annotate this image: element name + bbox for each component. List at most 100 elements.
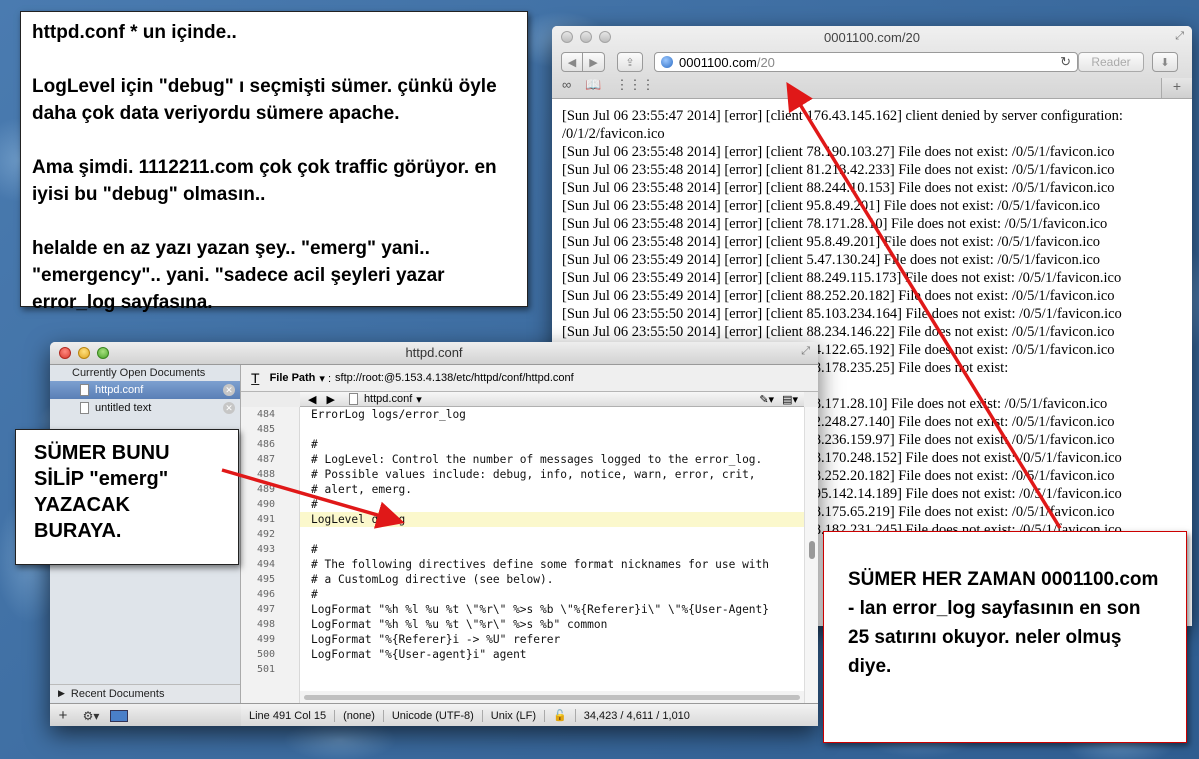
code-line[interactable]: # alert, emerg.	[300, 482, 804, 497]
scroll-thumb[interactable]	[304, 695, 800, 700]
editor-titlebar: httpd.conf ⤢	[50, 342, 818, 365]
log-line: [Sun Jul 06 23:55:48 2014] [error] [clie…	[562, 144, 1115, 160]
code-editor[interactable]: ErrorLog logs/error_log # # LogLevel: Cont…	[300, 407, 804, 703]
line-number: 491	[256, 514, 275, 525]
pen-icon[interactable]: ✎▾	[759, 393, 774, 406]
code-line[interactable]	[300, 422, 804, 437]
close-doc-icon[interactable]: ✕	[223, 402, 235, 414]
line-number: 488	[256, 469, 275, 480]
code-line[interactable]: # Possible values include: debug, info, …	[300, 467, 804, 482]
document-icon	[80, 384, 89, 396]
disclosure-triangle-icon[interactable]: ▶	[58, 688, 65, 699]
log-line: [Sun Jul 06 23:55:48 2014] [error] [clie…	[562, 216, 1108, 232]
sidebar-item-httpd-conf[interactable]: httpd.conf ✕	[50, 381, 240, 399]
prev-doc-icon[interactable]: ◀	[308, 393, 316, 406]
text-encoding[interactable]: Unicode (UTF-8)	[384, 709, 483, 722]
line-number: 497	[256, 604, 275, 615]
code-line[interactable]: # LogLevel: Control the number of messag…	[300, 452, 804, 467]
text-tool-icon[interactable]: T̲	[251, 370, 260, 386]
log-line: [Sun Jul 06 23:55:48 2014] [error] [clie…	[562, 180, 1115, 196]
line-number: 485	[256, 424, 275, 435]
url-host: 0001100.com	[679, 54, 757, 70]
line-number: 495	[256, 574, 275, 585]
log-line: [Sun Jul 06 23:55:50 2014] [error] [clie…	[562, 306, 1122, 322]
reader-button[interactable]: Reader	[1078, 52, 1144, 72]
url-path: /20	[756, 54, 775, 70]
file-path-dropdown-icon[interactable]: ▾ :	[319, 372, 331, 385]
close-doc-icon[interactable]: ✕	[223, 384, 235, 396]
log-line: [Sun Jul 06 23:55:48 2014] [error] [clie…	[562, 162, 1115, 178]
recent-documents[interactable]: ▶ Recent Documents	[50, 684, 240, 702]
code-line[interactable]: ErrorLog logs/error_log	[300, 407, 804, 422]
vertical-scrollbar[interactable]	[804, 407, 818, 703]
note-left: SÜMER BUNU SİLİP "emerg" YAZACAK BURAYA.	[15, 429, 239, 565]
gear-icon[interactable]: ⚙▾	[76, 709, 106, 723]
sidebar-item-untitled[interactable]: untitled text ✕	[50, 399, 240, 417]
line-number: 496	[256, 589, 275, 600]
scroll-thumb[interactable]	[809, 541, 815, 559]
recent-documents-label: Recent Documents	[70, 687, 165, 700]
log-line: [Sun Jul 06 23:55:49 2014] [error] [clie…	[562, 288, 1115, 304]
line-number: 490	[256, 499, 275, 510]
code-line[interactable]: #	[300, 437, 804, 452]
log-line: [Sun Jul 06 23:55:50 2014] [error] [clie…	[562, 324, 1115, 340]
syntax-mode[interactable]: (none)	[335, 709, 384, 722]
nav-file-name[interactable]: httpd.conf	[364, 393, 412, 405]
back-button[interactable]: ◀	[561, 52, 583, 72]
code-line[interactable]: # The following directives define some f…	[300, 557, 804, 572]
line-endings[interactable]: Unix (LF)	[483, 709, 545, 722]
code-line[interactable]: #	[300, 542, 804, 557]
share-button[interactable]: ⇪	[617, 52, 643, 72]
nav-buttons: ◀ ▶ ⇪	[561, 52, 643, 72]
code-line[interactable]: #	[300, 587, 804, 602]
line-number: 501	[256, 664, 275, 675]
add-icon[interactable]: +	[50, 707, 76, 724]
downloads-button[interactable]: ⬇	[1152, 52, 1178, 72]
sidebar-footer: + ⚙▾	[50, 703, 241, 726]
file-dropdown-icon[interactable]: ▾	[416, 393, 422, 406]
code-line[interactable]: # a CustomLog directive (see below).	[300, 572, 804, 587]
sidebar-toggle-icon[interactable]	[110, 709, 128, 722]
log-line: [Sun Jul 06 23:55:49 2014] [error] [clie…	[562, 270, 1122, 286]
line-number: 492	[256, 529, 275, 540]
fullscreen-icon[interactable]: ⤢	[801, 345, 810, 358]
horizontal-scrollbar[interactable]	[300, 691, 804, 703]
code-line[interactable]: LogFormat "%{Referer}i -> %U" referer	[300, 632, 804, 647]
forward-button[interactable]: ▶	[583, 52, 605, 72]
document-icon	[80, 402, 89, 414]
line-number: 500	[256, 649, 275, 660]
log-line: [Sun Jul 06 23:55:48 2014] [error] [clie…	[562, 198, 1101, 214]
bookmarks-icon[interactable]: 📖	[585, 77, 601, 93]
code-line[interactable]: LogLevel debug	[300, 512, 804, 527]
document-stats: 34,423 / 4,611 / 1,010	[583, 709, 690, 722]
top-sites-icon[interactable]: ⋮⋮⋮	[615, 77, 654, 93]
sidebar-header: Currently Open Documents	[72, 367, 206, 379]
fullscreen-icon[interactable]: ⤢	[1175, 30, 1184, 43]
line-number: 489	[256, 484, 275, 495]
globe-icon	[661, 56, 673, 68]
note-top: httpd.conf * un içinde.. LogLevel için "…	[20, 11, 528, 313]
code-line[interactable]	[300, 527, 804, 542]
lock-icon[interactable]: 🔓	[545, 709, 576, 722]
sidebar-item-label: untitled text	[95, 402, 152, 414]
reload-icon[interactable]: ↻	[1060, 54, 1071, 70]
sidebar-item-label: httpd.conf	[95, 384, 144, 396]
cursor-position: Line 491 Col 15	[241, 709, 336, 722]
log-line: [Sun Jul 06 23:55:48 2014] [error] [clie…	[562, 234, 1101, 250]
window-title: httpd.conf	[405, 345, 463, 360]
line-number: 499	[256, 634, 275, 645]
new-tab-button[interactable]: +	[1161, 78, 1192, 98]
code-line[interactable]	[300, 662, 804, 677]
code-line[interactable]: LogFormat "%h %l %u %t \"%r\" %>s %b" co…	[300, 617, 804, 632]
next-doc-icon[interactable]: ▶	[326, 393, 334, 406]
address-bar[interactable]: 0001100.com/20 ↻	[654, 52, 1078, 72]
code-line[interactable]: LogFormat "%{User-agent}i" agent	[300, 647, 804, 662]
document-icon	[348, 393, 358, 405]
line-number: 498	[256, 619, 275, 630]
doc-menu-icon[interactable]: ▤▾	[782, 393, 798, 406]
code-line[interactable]: LogFormat "%h %l %u %t \"%r\" %>s %b \"%…	[300, 602, 804, 617]
file-path-label: File Path	[269, 372, 316, 384]
reading-list-icon[interactable]: ∞	[562, 77, 571, 93]
file-path: sftp://root:@5.153.4.138/etc/httpd/conf/…	[335, 372, 574, 384]
code-line[interactable]: #	[300, 497, 804, 512]
